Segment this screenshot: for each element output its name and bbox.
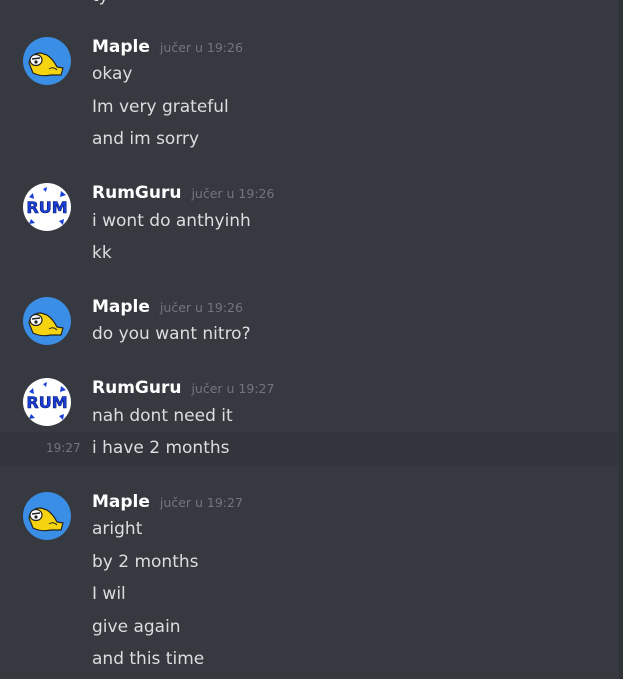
message-text: ty <box>92 0 109 6</box>
timestamp: jučer u 19:27 <box>191 381 275 396</box>
username[interactable]: RumGuru <box>92 378 181 398</box>
timestamp: jučer u 19:26 <box>159 300 243 315</box>
message-text: i have 2 months <box>92 438 230 458</box>
message-list[interactable]: ty Maple jučer u 19:26 okay Im very grat… <box>0 0 623 679</box>
scrollbar[interactable] <box>619 0 623 679</box>
message-text: give again <box>92 617 181 637</box>
rumguru-avatar-icon: RUM <box>23 378 71 426</box>
rumguru-avatar-icon: RUM <box>23 183 71 231</box>
message-text: kk <box>92 243 112 263</box>
timestamp: jučer u 19:27 <box>159 495 243 510</box>
message-text: aright <box>92 519 143 539</box>
message-text: i wont do anthyinh <box>92 211 251 231</box>
avatar[interactable]: RUM <box>23 183 71 231</box>
hover-timestamp: 19:27 <box>46 441 81 455</box>
avatar[interactable] <box>23 492 71 540</box>
timestamp: jučer u 19:26 <box>159 40 243 55</box>
avatar[interactable]: RUM <box>23 378 71 426</box>
message-text: and im sorry <box>92 129 200 149</box>
username[interactable]: Maple <box>92 37 150 57</box>
message-text: nah dont need it <box>92 406 233 426</box>
maple-avatar-icon <box>23 297 71 345</box>
message-text: do you want nitro? <box>92 324 251 344</box>
message-text: and this time <box>92 649 205 669</box>
username[interactable]: Maple <box>92 492 150 512</box>
username[interactable]: Maple <box>92 297 150 317</box>
svg-text:RUM: RUM <box>26 198 67 217</box>
maple-avatar-icon <box>23 37 71 85</box>
username[interactable]: RumGuru <box>92 183 181 203</box>
avatar[interactable] <box>23 297 71 345</box>
message-text: okay <box>92 64 133 84</box>
svg-text:RUM: RUM <box>26 393 67 412</box>
message-text: I wil <box>92 584 126 604</box>
message-text: by 2 months <box>92 552 199 572</box>
maple-avatar-icon <box>23 492 71 540</box>
avatar[interactable] <box>23 37 71 85</box>
timestamp: jučer u 19:26 <box>191 186 275 201</box>
message-text: Im very grateful <box>92 97 229 117</box>
